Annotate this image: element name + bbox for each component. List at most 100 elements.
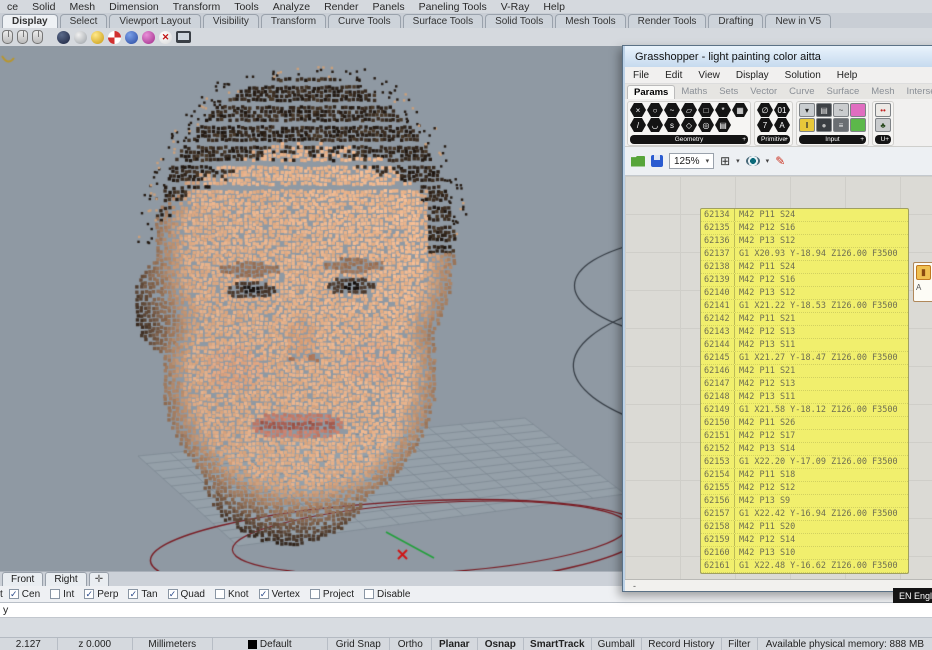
status-cell-filter[interactable]: Filter (722, 638, 758, 650)
gh-menu-edit[interactable]: Edit (657, 70, 690, 81)
globe-dark-icon[interactable] (57, 31, 70, 44)
osnap-item-quad[interactable]: ✓Quad (168, 589, 205, 600)
toolbar-tab-curve-tools[interactable]: Curve Tools (328, 14, 401, 28)
gh-group-expand-icon[interactable]: + (742, 136, 746, 143)
gcode-panel[interactable]: 62134M42 P11 S2462135M42 P12 S1662136M42… (700, 208, 909, 574)
osnap-item-tan[interactable]: ✓Tan (128, 589, 157, 600)
status-cell-gumball[interactable]: Gumball (592, 638, 642, 650)
gh-component-icon[interactable]: ~ (664, 103, 680, 117)
osnap-checkbox-knot[interactable] (215, 589, 225, 599)
zoom-level-dropdown[interactable]: 125% ▾ (669, 153, 714, 169)
gh-component-icon[interactable]: □ (698, 103, 714, 117)
toolbar-tab-new-in-v5[interactable]: New in V5 (765, 14, 831, 28)
osnap-checkbox-cen[interactable]: ✓ (9, 589, 19, 599)
mouse-icon[interactable] (32, 30, 43, 44)
osnap-checkbox-disable[interactable] (364, 589, 374, 599)
gh-group-label[interactable]: Primitive+ (757, 135, 790, 144)
osnap-checkbox-tan[interactable]: ✓ (128, 589, 138, 599)
gh-group-expand-icon[interactable]: + (885, 136, 889, 143)
toolbar-tab-visibility[interactable]: Visibility (203, 14, 259, 28)
viewport-tab-front[interactable]: Front (2, 572, 43, 586)
menu-item-analyze[interactable]: Analyze (266, 1, 317, 13)
osnap-checkbox-vertex[interactable]: ✓ (259, 589, 269, 599)
status-cell-ortho[interactable]: Ortho (390, 638, 432, 650)
gh-component-icon[interactable]: ● (816, 118, 832, 132)
sphere-magenta-icon[interactable] (142, 31, 155, 44)
status-cell-record-history[interactable]: Record History (642, 638, 722, 650)
gh-component-icon[interactable] (850, 118, 866, 132)
grasshopper-canvas[interactable]: 62134M42 P11 S2462135M42 P12 S1662136M42… (625, 176, 932, 579)
mouse-icon[interactable] (2, 30, 13, 44)
menu-item-panels[interactable]: Panels (366, 1, 412, 13)
status-cell-2-127[interactable]: 2.127 (0, 638, 58, 650)
status-cell-smarttrack[interactable]: SmartTrack (524, 638, 592, 650)
gh-tab-params[interactable]: Params (627, 85, 675, 99)
gh-tab-maths[interactable]: Maths (675, 85, 713, 99)
osnap-checkbox-project[interactable] (310, 589, 320, 599)
gh-component-icon[interactable]: * (715, 103, 731, 117)
gh-menu-help[interactable]: Help (829, 70, 866, 81)
gh-tab-mesh[interactable]: Mesh (865, 85, 900, 99)
mouse-icon[interactable] (17, 30, 28, 44)
gh-component-icon[interactable]: 7 (757, 118, 773, 132)
menu-item-paneling-tools[interactable]: Paneling Tools (412, 1, 494, 13)
sphere-gold-icon[interactable] (91, 31, 104, 44)
osnap-item-cen[interactable]: ✓Cen (9, 589, 40, 600)
open-file-icon[interactable] (631, 156, 645, 167)
gh-component-icon[interactable]: •• (875, 103, 891, 117)
gh-menu-solution[interactable]: Solution (777, 70, 829, 81)
toolbar-tab-display[interactable]: Display (2, 14, 58, 28)
sphere-blue-icon[interactable] (125, 31, 138, 44)
osnap-item-knot[interactable]: Knot (215, 589, 249, 600)
status-cell-grid-snap[interactable]: Grid Snap (328, 638, 390, 650)
osnap-item-int[interactable]: Int (50, 589, 74, 600)
zoom-extents-icon[interactable]: ⊞ (720, 154, 730, 168)
osnap-checkbox-quad[interactable]: ✓ (168, 589, 178, 599)
gh-component-icon[interactable]: s (664, 118, 680, 132)
menu-item-mesh[interactable]: Mesh (62, 1, 102, 13)
gh-component-icon[interactable]: ▾ (799, 103, 815, 117)
gh-menu-display[interactable]: Display (728, 70, 777, 81)
gh-menu-file[interactable]: File (625, 70, 657, 81)
gh-tab-curve[interactable]: Curve (783, 85, 820, 99)
menu-item-help[interactable]: Help (536, 1, 572, 13)
grasshopper-title-bar[interactable]: Grasshopper - light painting color aitta (625, 46, 932, 67)
gh-group-label[interactable]: Geometry+ (630, 135, 748, 144)
status-cell-planar[interactable]: Planar (432, 638, 478, 650)
gh-component-icon[interactable]: / (630, 118, 646, 132)
osnap-item-perp[interactable]: ✓Perp (84, 589, 118, 600)
gh-tab-surface[interactable]: Surface (821, 85, 866, 99)
gh-component-icon[interactable]: 01 (774, 103, 790, 117)
gh-component-icon[interactable]: ◎ (698, 118, 714, 132)
osnap-checkbox-int[interactable] (50, 589, 60, 599)
sphere-red-x-icon[interactable]: ✕ (159, 31, 172, 44)
osnap-item-project[interactable]: Project (310, 589, 354, 600)
menu-item-ce[interactable]: ce (0, 1, 25, 13)
gh-component-icon[interactable]: × (630, 103, 646, 117)
gh-group-expand-icon[interactable]: + (860, 136, 864, 143)
gh-tab-intersect[interactable]: Intersect (901, 85, 932, 99)
toolbar-tab-mesh-tools[interactable]: Mesh Tools (555, 14, 625, 28)
new-viewport-tab-icon[interactable]: ✛ (89, 572, 109, 586)
toolbar-tab-surface-tools[interactable]: Surface Tools (403, 14, 483, 28)
gh-group-label[interactable]: Input+ (799, 135, 866, 144)
menu-item-solid[interactable]: Solid (25, 1, 62, 13)
viewport-tab-right[interactable]: Right (45, 572, 86, 586)
toolbar-tab-drafting[interactable]: Drafting (708, 14, 763, 28)
gh-component-icon[interactable] (850, 103, 866, 117)
language-bar[interactable]: EN Engl (893, 588, 932, 603)
sphere-gray-icon[interactable] (74, 31, 87, 44)
osnap-item-disable[interactable]: Disable (364, 589, 410, 600)
save-file-icon[interactable] (651, 155, 663, 167)
sketch-pen-icon[interactable]: ✎ (775, 154, 785, 168)
gh-component-icon[interactable]: ▦ (732, 103, 748, 117)
gh-component-icon[interactable]: ◡ (647, 118, 663, 132)
gh-component-icon[interactable]: ≡ (833, 118, 849, 132)
gh-group-expand-icon[interactable]: + (784, 136, 788, 143)
osnap-item-vertex[interactable]: ✓Vertex (259, 589, 300, 600)
command-line[interactable]: y (0, 602, 932, 617)
gh-tab-sets[interactable]: Sets (713, 85, 744, 99)
gh-component-icon[interactable]: A (774, 118, 790, 132)
toolbar-tab-solid-tools[interactable]: Solid Tools (485, 14, 553, 28)
preview-eye-icon[interactable] (746, 156, 760, 166)
